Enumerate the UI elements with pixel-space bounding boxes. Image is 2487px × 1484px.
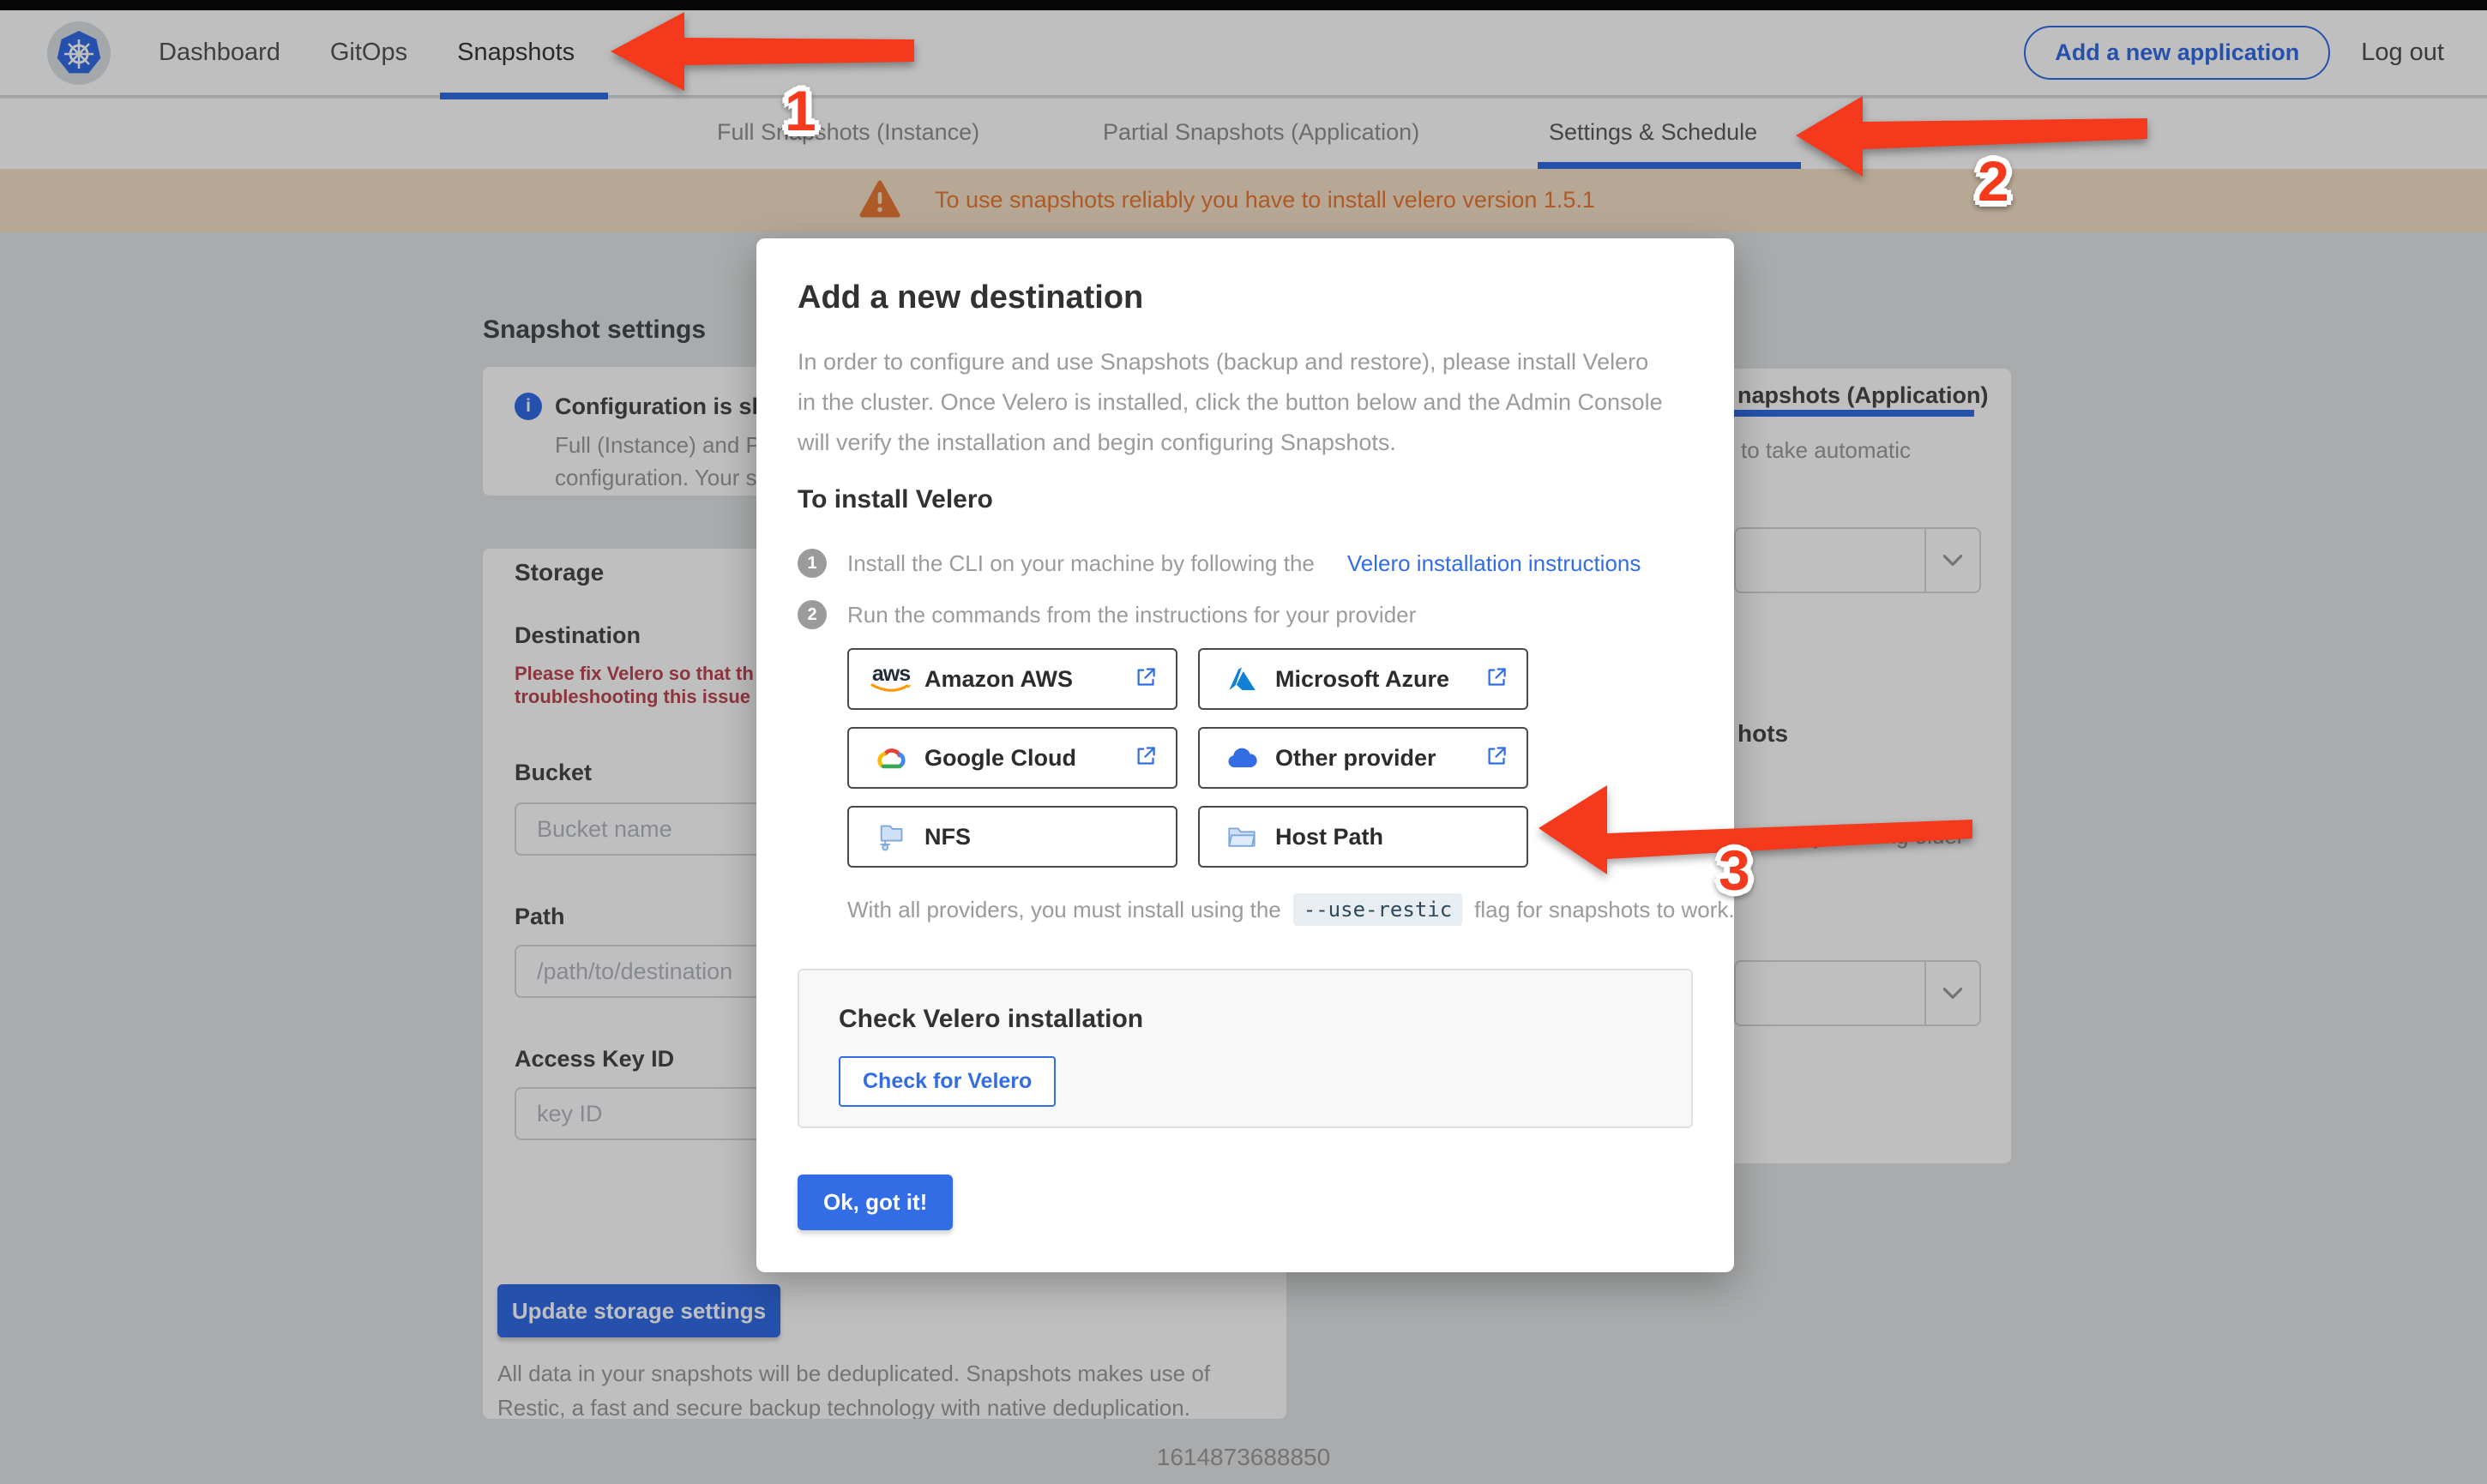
add-destination-modal: Add a new destination In order to config… [756,238,1735,1272]
cloud-icon [1219,747,1265,770]
check-for-velero-button[interactable]: Check for Velero [839,1056,1057,1107]
provider-label: NFS [924,823,971,850]
nfs-icon [868,822,914,851]
folder-icon [1219,825,1265,849]
provider-label: Host Path [1275,823,1384,850]
step-1-badge: 1 [798,549,827,578]
check-velero-heading: Check Velero installation [839,1005,1144,1033]
step-2-text: Run the commands from the instructions f… [847,601,1417,628]
provider-google-cloud[interactable]: Google Cloud [847,727,1177,789]
ok-got-it-button[interactable]: Ok, got it! [798,1175,954,1230]
restic-flag-chip: --use-restic [1292,893,1463,926]
google-cloud-logo [868,745,914,772]
install-step-1: 1 Install the CLI on your machine by fol… [798,549,1693,578]
modal-title: Add a new destination [798,279,1144,315]
provider-other[interactable]: Other provider [1198,727,1528,789]
restic-pre-text: With all providers, you must install usi… [847,896,1281,922]
provider-nfs[interactable]: NFS [847,806,1177,868]
step-2-badge: 2 [798,600,827,629]
provider-label: Amazon AWS [924,665,1074,692]
install-velero-heading: To install Velero [798,485,993,514]
provider-label: Microsoft Azure [1275,665,1450,692]
provider-microsoft-azure[interactable]: Microsoft Azure [1198,648,1528,710]
provider-label: Google Cloud [924,744,1076,771]
aws-logo: aws [868,664,914,694]
external-link-icon [1484,744,1508,772]
install-step-2: 2 Run the commands from the instructions… [798,600,1693,629]
screen: Dashboard GitOps Snapshots Add a new app… [0,0,2487,1484]
external-link-icon [1134,744,1157,772]
check-velero-panel: Check Velero installation Check for Vele… [798,969,1693,1128]
velero-instructions-link[interactable]: Velero installation instructions [1347,550,1641,577]
step-1-text: Install the CLI on your machine by follo… [847,550,1315,576]
provider-host-path[interactable]: Host Path [1198,806,1528,868]
restic-post-text: flag for snapshots to work. [1474,896,1735,922]
modal-description: In order to configure and use Snapshots … [798,349,1663,455]
provider-amazon-aws[interactable]: aws Amazon AWS [847,648,1177,710]
external-link-icon [1134,665,1157,693]
restic-note: With all providers, you must install usi… [847,893,1735,926]
provider-label: Other provider [1275,744,1436,771]
azure-logo [1219,665,1265,693]
provider-grid: aws Amazon AWS Microsoft Azure Google Cl… [847,648,1693,868]
external-link-icon [1484,665,1508,693]
